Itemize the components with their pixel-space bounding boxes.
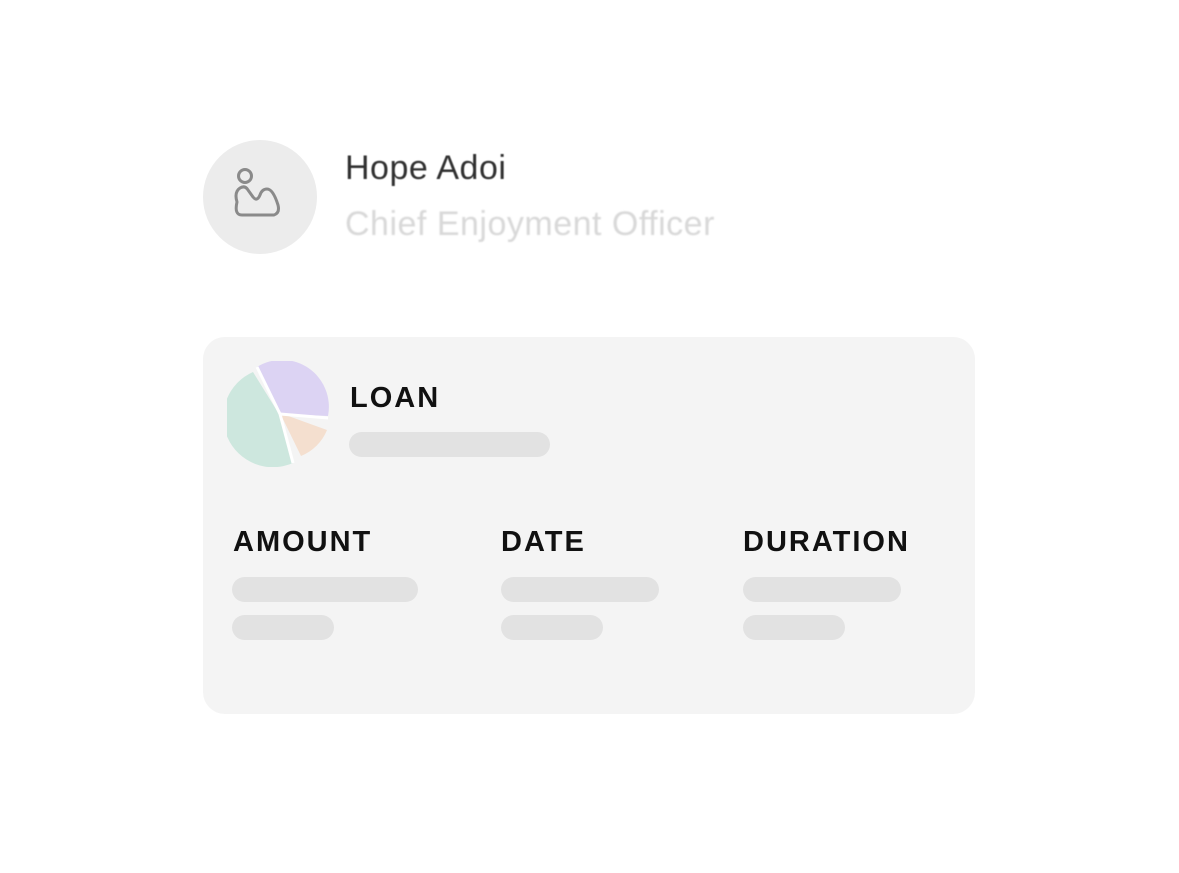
profile-role: Chief Enjoyment Officer xyxy=(345,205,715,243)
column-label-amount: AMOUNT xyxy=(233,526,373,558)
duration-skeleton-line xyxy=(743,615,845,640)
avatar[interactable] xyxy=(203,140,317,254)
column-label-duration: DURATION xyxy=(743,526,910,558)
loan-card[interactable]: LOAN AMOUNT DATE DURATION xyxy=(203,337,975,714)
column-label-date: DATE xyxy=(501,526,586,558)
title-skeleton-line xyxy=(349,432,550,457)
date-skeleton-line xyxy=(501,615,603,640)
duration-skeleton-line xyxy=(743,577,901,602)
card-title: LOAN xyxy=(350,382,441,414)
profile-name: Hope Adoi xyxy=(345,149,507,187)
profile-header: Hope Adoi Chief Enjoyment Officer xyxy=(203,140,903,254)
pie-chart-icon xyxy=(227,361,329,467)
amount-skeleton-line xyxy=(232,615,334,640)
amount-skeleton-line xyxy=(232,577,418,602)
date-skeleton-line xyxy=(501,577,659,602)
image-placeholder-icon xyxy=(234,168,280,217)
